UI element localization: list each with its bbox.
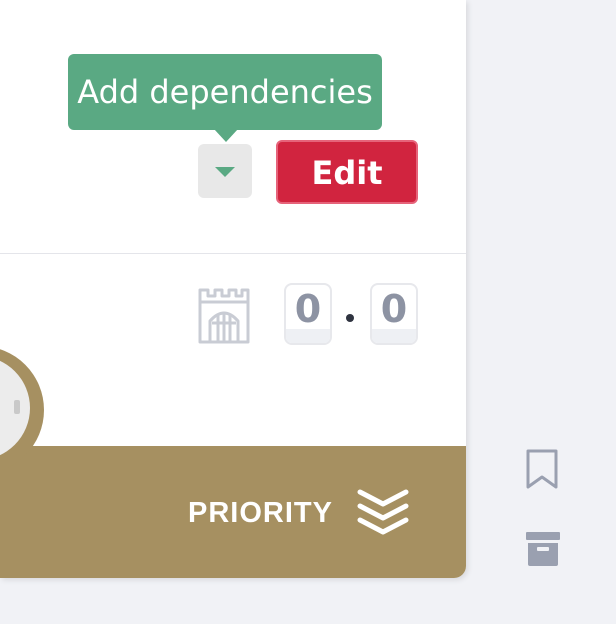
- version-minor-digit[interactable]: 0: [370, 283, 418, 345]
- version-major-digit[interactable]: 0: [284, 283, 332, 345]
- edit-button[interactable]: Edit: [276, 140, 418, 204]
- caret-down-icon: [215, 167, 235, 177]
- triple-chevron-down-icon[interactable]: [356, 486, 410, 538]
- archive-box-icon[interactable]: [526, 532, 560, 566]
- divider: [0, 253, 466, 254]
- tooltip: Add dependencies: [68, 54, 382, 130]
- tooltip-arrow: [214, 129, 238, 142]
- dependencies-toggle-button[interactable]: [198, 144, 252, 198]
- castle-icon: [198, 288, 250, 344]
- priority-label: PRIORITY: [188, 497, 333, 529]
- bookmark-icon[interactable]: [524, 447, 560, 491]
- version-separator: [346, 314, 354, 322]
